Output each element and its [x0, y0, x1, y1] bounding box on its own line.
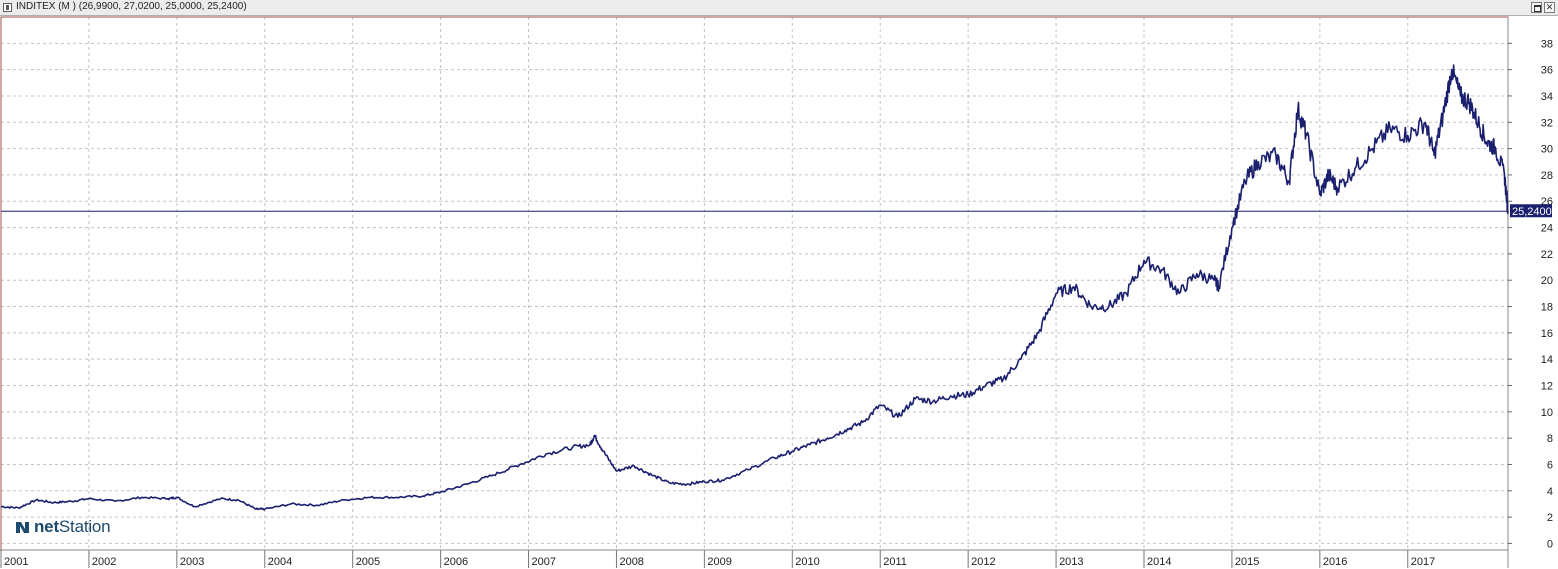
y-tick-label: 12 — [1541, 380, 1553, 392]
chart-window-icon[interactable] — [3, 3, 12, 12]
x-tick-label: 2016 — [1323, 556, 1347, 568]
y-tick-label: 6 — [1547, 459, 1553, 471]
netstation-logo-text: netStation — [34, 517, 111, 536]
x-tick-label: 2008 — [619, 556, 643, 568]
y-tick-label: 2 — [1547, 512, 1553, 524]
x-tick-label: 2003 — [180, 556, 204, 568]
window-titlebar: INDITEX (M ) (26,9900, 27,0200, 25,0000,… — [0, 0, 1558, 16]
price-series-line — [0, 64, 1509, 511]
y-tick-label: 36 — [1541, 65, 1553, 77]
y-tick-label: 38 — [1541, 38, 1553, 50]
netstation-logo-icon — [16, 522, 29, 533]
y-tick-label: 30 — [1541, 144, 1553, 156]
x-tick-label: 2014 — [1147, 556, 1171, 568]
netstation-logo: netStation — [14, 517, 111, 537]
last-value-label: 25,2400 — [1510, 204, 1552, 218]
price-chart[interactable]: 02468101214161820222426283032343638 2001… — [0, 16, 1558, 569]
x-tick-label: 2011 — [883, 556, 907, 568]
x-tick-label: 2006 — [444, 556, 468, 568]
x-tick-label: 2009 — [707, 556, 731, 568]
x-tick-label: 2013 — [1059, 556, 1083, 568]
grid-lines — [1, 17, 1508, 550]
last-value-text: 25,2400 — [1512, 206, 1552, 218]
close-button[interactable]: ✕ — [1544, 2, 1555, 13]
x-tick-label: 2017 — [1411, 556, 1435, 568]
y-tick-label: 24 — [1541, 223, 1553, 235]
x-tick-label: 2012 — [971, 556, 995, 568]
y-axis: 02468101214161820222426283032343638 — [1508, 38, 1553, 550]
x-axis: 2001 2002 2003 2004 2005 2006 2007 2008 2009 2010… — [0, 550, 1435, 568]
plot-frame — [0, 16, 1509, 551]
y-tick-label: 4 — [1547, 486, 1553, 498]
y-tick-label: 0 — [1547, 538, 1553, 550]
x-tick-label: 2005 — [356, 556, 380, 568]
x-tick-label: 2010 — [795, 556, 819, 568]
window-title: INDITEX (M ) (26,9900, 27,0200, 25,0000,… — [16, 1, 247, 12]
y-tick-label: 34 — [1541, 91, 1553, 103]
y-tick-label: 18 — [1541, 302, 1553, 314]
x-tick-label: 2001 — [4, 556, 28, 568]
y-tick-label: 10 — [1541, 407, 1553, 419]
y-tick-label: 28 — [1541, 170, 1553, 182]
y-tick-label: 32 — [1541, 117, 1553, 129]
y-tick-label: 8 — [1547, 433, 1553, 445]
y-tick-label: 14 — [1541, 354, 1553, 366]
x-tick-label: 2004 — [268, 556, 292, 568]
x-tick-label: 2002 — [92, 556, 116, 568]
y-tick-label: 20 — [1541, 275, 1553, 287]
x-tick-label: 2007 — [532, 556, 556, 568]
maximize-button[interactable] — [1531, 2, 1542, 13]
x-tick-label: 2015 — [1235, 556, 1259, 568]
y-tick-label: 16 — [1541, 328, 1553, 340]
y-tick-label: 22 — [1541, 249, 1553, 261]
